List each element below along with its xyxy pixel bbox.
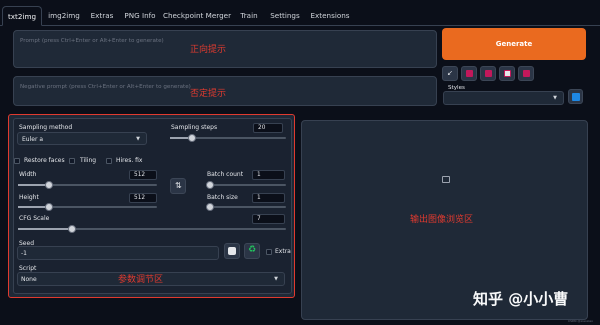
slider-fill: [18, 228, 72, 230]
slider-thumb[interactable]: [206, 203, 214, 211]
save-style-button[interactable]: [518, 66, 534, 81]
styles-select[interactable]: ▼: [443, 91, 564, 105]
slider-fill: [18, 206, 49, 208]
height-slider[interactable]: [18, 203, 157, 211]
cfg-scale-label: CFG Scale: [19, 215, 50, 222]
tab-txt2img[interactable]: txt2img: [2, 6, 42, 26]
slider-thumb[interactable]: [44, 203, 53, 211]
tab-settings[interactable]: Settings: [266, 6, 304, 26]
watermark: 知乎 @小小曹: [473, 290, 569, 308]
script-label: Script: [19, 265, 37, 272]
swap-icon: ⇅: [175, 181, 182, 190]
height-label: Height: [19, 194, 39, 201]
random-seed-button[interactable]: [224, 243, 240, 259]
hires-fix-checkbox[interactable]: [106, 158, 112, 164]
read-params-icon: ↙: [447, 69, 453, 77]
tab-extras[interactable]: Extras: [86, 6, 118, 26]
hires-fix-label: Hires. fix: [116, 157, 143, 164]
script-value: None: [21, 276, 37, 283]
sampling-method-select[interactable]: Euler a ▼: [17, 132, 147, 145]
params-annotation: 参数调节区: [118, 275, 164, 285]
show-extra-networks-button[interactable]: [480, 66, 496, 81]
sampling-steps-input[interactable]: 20: [253, 123, 283, 133]
cfg-scale-input[interactable]: 7: [252, 214, 285, 224]
prompt-placeholder: Prompt (press Ctrl+Enter or Alt+Enter to…: [20, 38, 164, 44]
save-style-icon: [523, 70, 530, 77]
chevron-down-icon: ▼: [136, 136, 140, 142]
seed-value: -1: [21, 250, 27, 257]
swap-dimensions-button[interactable]: ⇅: [170, 178, 186, 194]
clipboard-icon: [504, 70, 511, 77]
negative-prompt-annotation: 否定提示: [190, 89, 227, 99]
tab-extensions[interactable]: Extensions: [306, 6, 354, 26]
batch-count-label: Batch count: [207, 171, 244, 178]
tab-bar: txt2img img2img Extras PNG Info Checkpoi…: [0, 0, 600, 26]
batch-size-label: Batch size: [207, 194, 238, 201]
width-slider[interactable]: [18, 181, 157, 189]
apply-style-button[interactable]: [499, 66, 515, 81]
cfg-scale-slider[interactable]: [18, 225, 286, 233]
tiling-checkbox[interactable]: [69, 158, 75, 164]
tab-png-info[interactable]: PNG Info: [120, 6, 160, 26]
batch-size-slider[interactable]: [206, 203, 286, 211]
clear-prompt-button[interactable]: [461, 66, 477, 81]
batch-count-slider[interactable]: [206, 181, 286, 189]
height-input[interactable]: 512: [129, 193, 157, 203]
batch-size-input[interactable]: 1: [252, 193, 285, 203]
refresh-styles-button[interactable]: [568, 89, 583, 104]
slider-thumb[interactable]: [44, 181, 53, 189]
chevron-down-icon: ▼: [553, 95, 557, 101]
output-annotation: 输出图像浏览区: [410, 215, 474, 225]
slider-thumb[interactable]: [67, 225, 76, 233]
generate-button[interactable]: Generate: [442, 28, 586, 60]
trash-icon: [466, 70, 473, 77]
sampling-method-label: Sampling method: [19, 124, 73, 131]
image-icon: [442, 176, 450, 183]
tab-checkpoint-merger[interactable]: Checkpoint Merger: [162, 6, 232, 26]
seed-input[interactable]: -1: [17, 246, 219, 260]
extra-seed-checkbox[interactable]: [266, 249, 272, 255]
sampling-method-value: Euler a: [22, 136, 44, 143]
sampling-steps-slider[interactable]: [170, 134, 286, 142]
width-input[interactable]: 512: [129, 170, 157, 180]
sampling-steps-label: Sampling steps: [171, 124, 218, 131]
tiling-label: Tiling: [80, 157, 97, 164]
width-label: Width: [19, 171, 37, 178]
tab-img2img[interactable]: img2img: [44, 6, 84, 26]
chevron-down-icon: ▼: [274, 276, 278, 282]
slider-thumb[interactable]: [206, 181, 214, 189]
batch-count-input[interactable]: 1: [252, 170, 285, 180]
recycle-icon: ♻: [248, 245, 257, 255]
slider-thumb[interactable]: [188, 134, 197, 142]
reuse-seed-button[interactable]: ♻: [244, 243, 260, 259]
read-params-button[interactable]: ↙: [442, 66, 458, 81]
restore-faces-checkbox[interactable]: [14, 158, 20, 164]
dice-icon: [228, 247, 236, 255]
source-watermark: CSDN @xiaoxiao: [568, 319, 593, 323]
refresh-icon: [572, 93, 580, 101]
restore-faces-label: Restore faces: [24, 157, 65, 164]
tab-train[interactable]: Train: [234, 6, 264, 26]
extra-seed-label: Extra: [275, 248, 291, 255]
negative-prompt-placeholder: Negative prompt (press Ctrl+Enter or Alt…: [20, 84, 191, 90]
prompt-annotation: 正向提示: [190, 45, 227, 55]
slider-fill: [18, 184, 49, 186]
style-icon: [485, 70, 492, 77]
